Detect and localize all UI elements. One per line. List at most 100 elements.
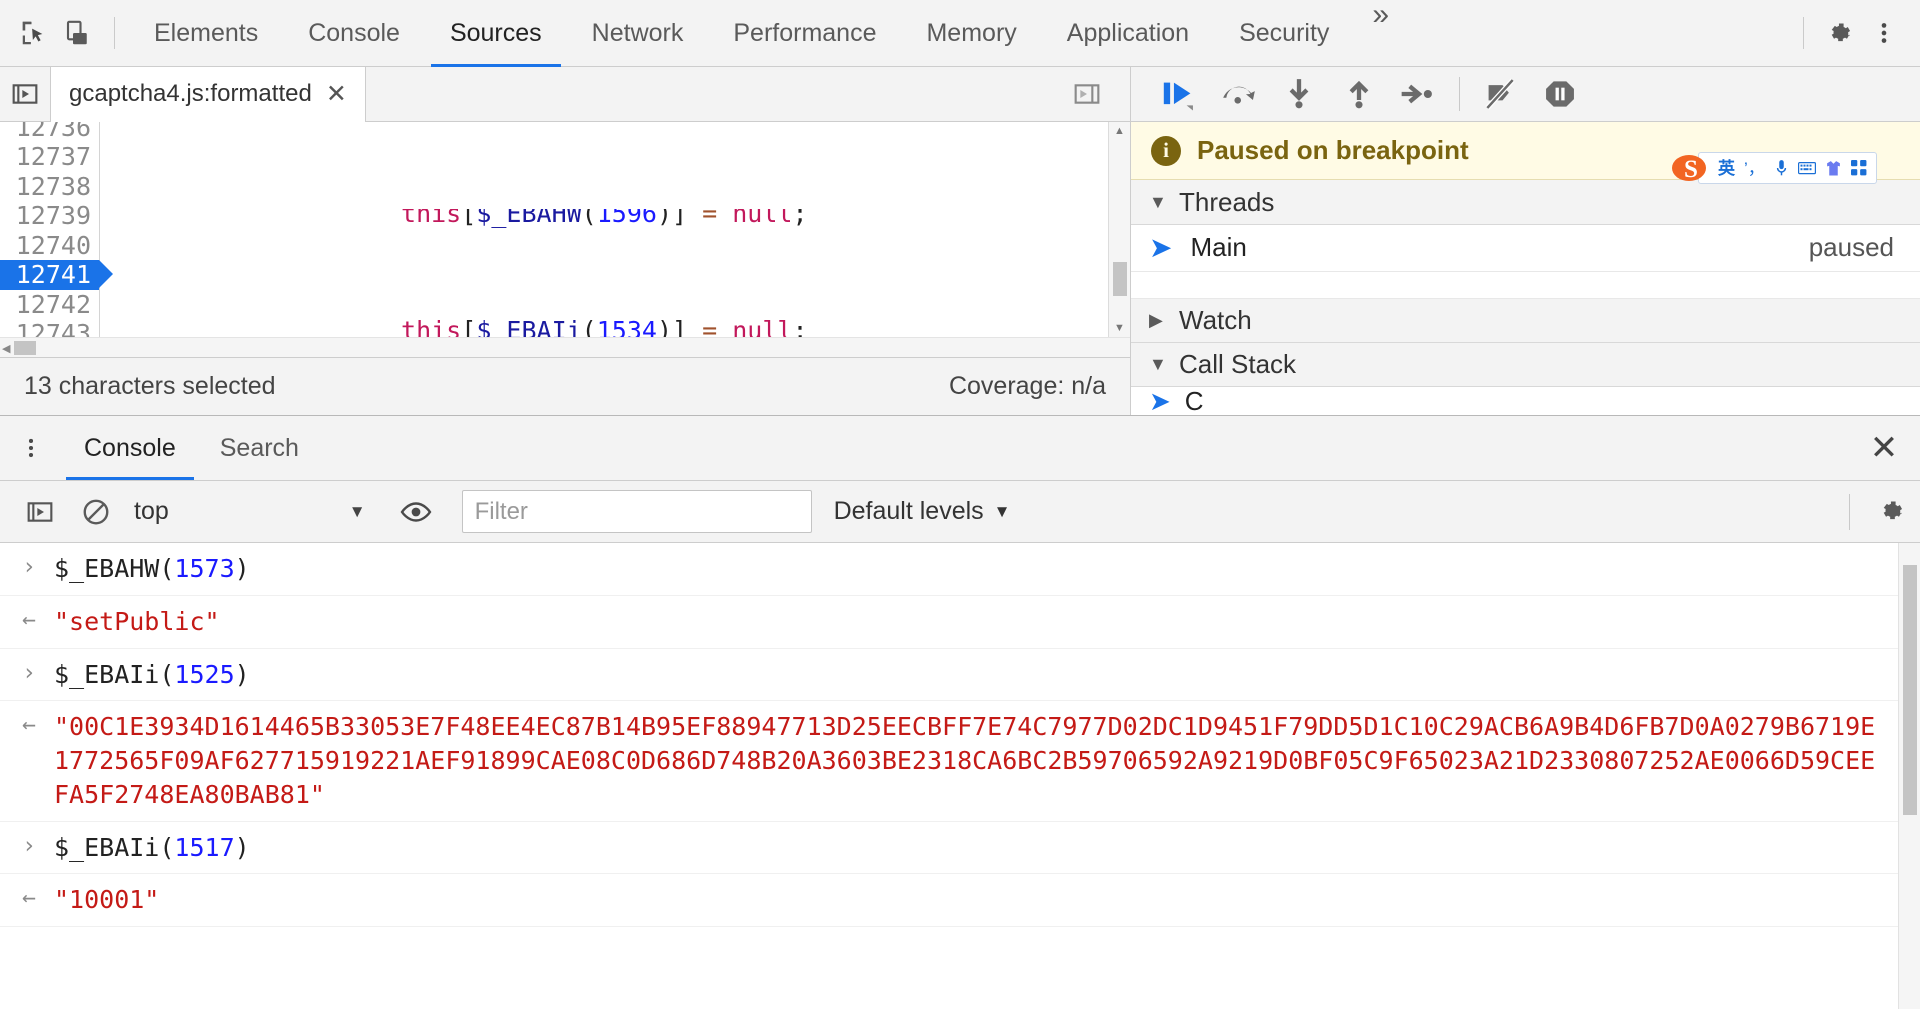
section-header-call-stack[interactable]: ▼ Call Stack (1131, 343, 1920, 387)
output-arrow-icon: ← (18, 710, 40, 741)
source-editor-column: gcaptcha4.js:formatted ✕ 12736 12737 127… (0, 67, 1131, 415)
line-number[interactable]: 12738 (0, 172, 99, 202)
console-input-row[interactable]: › $_EBAIi(1517) (0, 822, 1898, 875)
execution-context-value: top (134, 497, 169, 526)
info-icon: i (1151, 136, 1181, 166)
line-number[interactable]: 12739 (0, 201, 99, 231)
tab-sources[interactable]: Sources (425, 0, 567, 67)
scrollbar-thumb[interactable] (1113, 262, 1127, 296)
current-thread-arrow-icon: ➤ (1149, 231, 1172, 264)
console-output-row[interactable]: ← "00C1E3934D1614465B33053E7F48EE4EC87B1… (0, 701, 1898, 821)
tab-elements[interactable]: Elements (129, 0, 283, 67)
step-into-icon[interactable] (1269, 67, 1329, 122)
console-vertical-scrollbar[interactable] (1898, 543, 1920, 1009)
line-number-gutter[interactable]: 12736 12737 12738 12739 12740 12741 1274… (0, 122, 100, 337)
section-header-threads[interactable]: ▼ Threads (1131, 180, 1920, 224)
code-line[interactable]: this[$_EBAHW(1596)] = null; (100, 209, 1108, 229)
scrollbar-thumb-horizontal[interactable] (14, 341, 36, 355)
source-tab-strip: gcaptcha4.js:formatted ✕ (0, 67, 1130, 122)
line-number[interactable]: 12743 (0, 319, 99, 337)
step-icon[interactable] (1389, 67, 1449, 122)
close-icon[interactable]: ✕ (326, 82, 347, 107)
console-expression: $_EBAHW(1573) (54, 552, 1886, 586)
code-line[interactable]: this[$_EBAIi(1534)] = null; (100, 316, 1108, 337)
more-tabs-icon[interactable]: » (1354, 0, 1407, 67)
console-input-row[interactable]: › $_EBAIi(1525) (0, 649, 1898, 702)
console-output-row[interactable]: ← "10001" (0, 874, 1898, 927)
editor-vertical-scrollbar[interactable]: ▲ ▼ (1108, 122, 1130, 337)
chevron-down-icon: ▼ (1149, 354, 1165, 375)
line-number[interactable]: 12737 (0, 142, 99, 172)
line-number[interactable]: 12736 (0, 122, 99, 142)
sogou-ime-toolbar[interactable]: S 英 ’， (1672, 151, 1877, 185)
step-out-icon[interactable] (1329, 67, 1389, 122)
live-expression-icon[interactable] (388, 481, 444, 543)
debugger-toolbar-divider (1459, 77, 1460, 111)
kebab-menu-icon[interactable] (1862, 11, 1906, 55)
console-toolbar-divider (1849, 494, 1850, 530)
thread-row-main[interactable]: ➤ Main paused (1131, 225, 1920, 273)
close-drawer-icon[interactable]: ✕ (1848, 416, 1920, 480)
inspect-element-icon[interactable] (12, 11, 56, 55)
console-message-list[interactable]: › $_EBAHW(1573) ← "setPublic" › $_EBAIi(… (0, 543, 1920, 1009)
tab-network[interactable]: Network (567, 0, 709, 67)
ime-soft-keyboard-icon[interactable] (1795, 160, 1819, 176)
resume-script-icon[interactable] (1149, 67, 1209, 122)
chevron-down-icon: ▼ (994, 502, 1011, 522)
drawer-tab-console[interactable]: Console (62, 416, 198, 480)
threads-list-padding (1131, 272, 1920, 298)
pause-on-exceptions-icon[interactable] (1530, 67, 1590, 122)
console-expression: $_EBAIi(1525) (54, 658, 1886, 692)
ime-apps-grid-icon[interactable] (1848, 160, 1870, 176)
drawer-menu-icon[interactable] (0, 416, 62, 480)
device-toolbar-icon[interactable] (56, 11, 100, 55)
gear-icon[interactable] (1818, 11, 1862, 55)
scroll-down-arrow-icon[interactable]: ▼ (1109, 319, 1130, 337)
file-tab-label: gcaptcha4.js:formatted (69, 80, 312, 108)
tab-performance[interactable]: Performance (708, 0, 901, 67)
toolbar-divider (114, 17, 115, 49)
tab-security[interactable]: Security (1214, 0, 1354, 67)
line-number[interactable]: 12742 (0, 290, 99, 320)
gear-icon[interactable] (1864, 481, 1920, 543)
show-navigator-icon[interactable] (0, 78, 50, 110)
show-debugger-icon[interactable] (1062, 78, 1112, 110)
console-filter-input[interactable] (462, 490, 812, 533)
clear-console-icon[interactable] (68, 481, 124, 543)
ime-punctuation-toggle[interactable]: ’， (1741, 160, 1768, 177)
code-editor[interactable]: 12736 12737 12738 12739 12740 12741 1274… (0, 122, 1130, 337)
deactivate-breakpoints-icon[interactable] (1470, 67, 1530, 122)
code-content[interactable]: this[$_EBAHW(1596)] = null; this[$_EBAIi… (100, 122, 1108, 337)
ime-skin-icon[interactable] (1822, 159, 1845, 177)
line-number-current[interactable]: 12741 (0, 260, 99, 290)
output-arrow-icon: ← (18, 883, 40, 914)
scroll-left-arrow-icon[interactable]: ◀ (2, 342, 10, 355)
drawer-tab-search[interactable]: Search (198, 416, 321, 480)
input-chevron-icon: › (18, 831, 40, 862)
tab-memory[interactable]: Memory (901, 0, 1041, 67)
section-header-watch[interactable]: ▶ Watch (1131, 299, 1920, 343)
console-drawer: Console Search ✕ top ▼ Default levels ▼ (0, 415, 1920, 1009)
tab-console[interactable]: Console (283, 0, 425, 67)
code-scroll-area[interactable]: 12736 12737 12738 12739 12740 12741 1274… (0, 122, 1108, 337)
ime-language-mode[interactable]: 英 (1715, 160, 1738, 177)
ime-voice-input-icon[interactable] (1771, 159, 1792, 177)
sources-panel: gcaptcha4.js:formatted ✕ 12736 12737 127… (0, 67, 1920, 415)
scroll-up-arrow-icon[interactable]: ▲ (1109, 122, 1130, 140)
line-number[interactable]: 12740 (0, 231, 99, 261)
step-over-icon[interactable] (1209, 67, 1269, 122)
execution-context-selector[interactable]: top ▼ (134, 497, 366, 526)
input-chevron-icon: › (18, 552, 40, 583)
editor-horizontal-scrollbar[interactable]: ◀ (0, 337, 1130, 357)
console-output-row[interactable]: ← "setPublic" (0, 596, 1898, 649)
console-input-row[interactable]: › $_EBAHW(1573) (0, 543, 1898, 596)
show-console-sidebar-icon[interactable] (12, 481, 68, 543)
chevron-down-icon: ▼ (349, 502, 366, 522)
file-tab-gcaptcha4[interactable]: gcaptcha4.js:formatted ✕ (50, 67, 366, 122)
sogou-logo-icon[interactable]: S (1672, 151, 1710, 185)
log-levels-selector[interactable]: Default levels ▼ (834, 497, 1011, 526)
console-toolbar: top ▼ Default levels ▼ (0, 481, 1920, 543)
scrollbar-thumb[interactable] (1903, 565, 1917, 815)
tab-application[interactable]: Application (1042, 0, 1214, 67)
call-stack-first-frame[interactable]: ➤ C (1131, 387, 1920, 415)
